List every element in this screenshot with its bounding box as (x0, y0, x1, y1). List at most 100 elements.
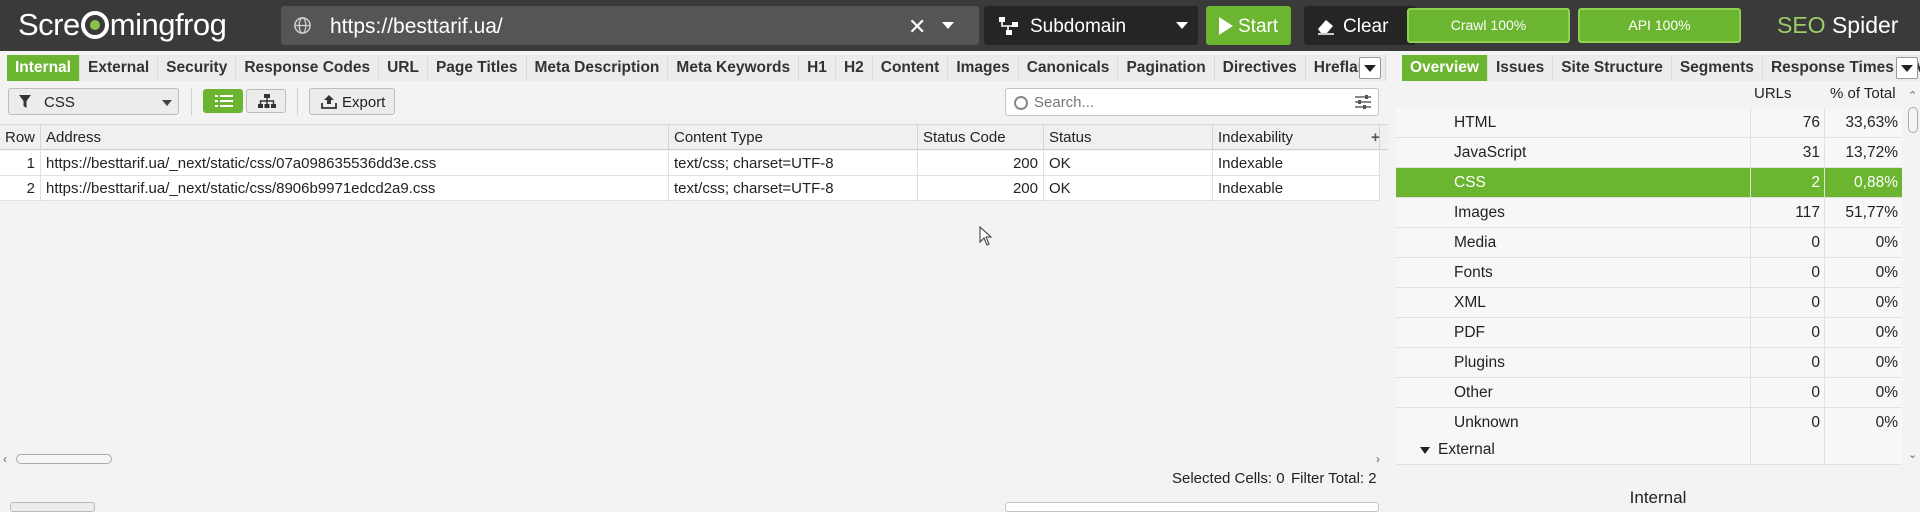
tab-meta-description[interactable]: Meta Description (526, 55, 669, 81)
overview-row-pdf[interactable]: PDF 0 0% (1396, 318, 1902, 348)
url-input[interactable]: https://besttarif.ua/ (330, 15, 503, 39)
list-view-button[interactable] (203, 89, 243, 113)
filter-dropdown[interactable]: CSS (8, 88, 179, 115)
cell-address[interactable]: https://besttarif.ua/_next/static/css/07… (41, 151, 669, 176)
overview-row-label: Unknown (1454, 414, 1519, 431)
table-row[interactable]: 2 https://besttarif.ua/_next/static/css/… (0, 176, 1380, 201)
scroll-up-icon[interactable]: ⌃ (1908, 89, 1917, 102)
tab-site-structure[interactable]: Site Structure (1553, 55, 1672, 81)
tab-issues[interactable]: Issues (1487, 55, 1554, 81)
play-icon (1219, 17, 1233, 35)
crawl-mode-select[interactable]: Subdomain (984, 6, 1198, 45)
scroll-thumb[interactable] (16, 454, 112, 464)
column-header-address[interactable]: Address (41, 125, 669, 150)
lower-panel-search[interactable] (1005, 502, 1379, 512)
screaming-frog-logo: Scre mingfrog (18, 7, 227, 43)
vertical-scrollbar[interactable]: ⌃ ⌄ (1907, 83, 1920, 463)
more-tabs-dropdown-icon[interactable] (1359, 57, 1381, 79)
eraser-icon (1318, 20, 1334, 35)
tab-segments[interactable]: Segments (1671, 55, 1763, 81)
column-header-status[interactable]: Status (1044, 125, 1213, 150)
filter-value: CSS (44, 94, 75, 111)
tab-content[interactable]: Content (872, 55, 949, 81)
overview-row-percent: 0,88% (1854, 174, 1898, 191)
table-row[interactable]: 1 https://besttarif.ua/_next/static/css/… (0, 151, 1380, 176)
brand-seo: SEO (1777, 12, 1826, 38)
expand-arrow-icon[interactable] (1420, 447, 1430, 454)
cell-address[interactable]: https://besttarif.ua/_next/static/css/89… (41, 176, 669, 201)
overview-row-fonts[interactable]: Fonts 0 0% (1396, 258, 1902, 288)
overview-chart-title: Internal (1629, 488, 1687, 507)
overview-row-xml[interactable]: XML 0 0% (1396, 288, 1902, 318)
overview-row-percent: 0% (1875, 294, 1898, 311)
tab-images[interactable]: Images (948, 55, 1019, 81)
tab-external[interactable]: External (79, 55, 159, 81)
tree-view-button[interactable] (246, 89, 286, 113)
tab-h2[interactable]: H2 (835, 55, 873, 81)
export-button[interactable]: Export (309, 88, 395, 115)
tab-internal[interactable]: Internal (7, 55, 80, 81)
tab-response-times[interactable]: Response Times (1762, 55, 1903, 81)
chevron-down-icon (1176, 22, 1188, 29)
toolbar-divider (297, 88, 298, 115)
url-history-dropdown-icon[interactable] (942, 22, 954, 29)
tab-security[interactable]: Security (158, 55, 237, 81)
tab-url[interactable]: URL (379, 55, 428, 81)
globe-icon (294, 17, 311, 34)
overview-row-unknown[interactable]: Unknown 0 0% (1396, 408, 1902, 438)
clear-button[interactable]: Clear (1304, 6, 1416, 45)
cell-status-code: 200 (918, 151, 1044, 176)
tab-javascrip[interactable]: JavaScrip (1385, 55, 1387, 81)
column-header-status-code[interactable]: Status Code (918, 125, 1044, 150)
overview-row-urls: 31 (1802, 144, 1820, 161)
overview-row-html[interactable]: HTML 76 33,63% (1396, 108, 1902, 138)
export-label: Export (342, 94, 386, 111)
tab-response-codes[interactable]: Response Codes (236, 55, 380, 81)
overview-row-media[interactable]: Media 0 0% (1396, 228, 1902, 258)
search-options-icon[interactable] (1355, 95, 1371, 109)
crawl-mode-label: Subdomain (1030, 16, 1127, 37)
overview-row-urls: 0 (1811, 384, 1820, 401)
search-box[interactable] (1005, 88, 1379, 116)
tab-h1[interactable]: H1 (799, 55, 836, 81)
overview-row-label: Other (1454, 384, 1493, 401)
url-bar[interactable]: https://besttarif.ua/ ✕ (281, 6, 979, 45)
top-toolbar: Scre mingfrog https://besttarif.ua/ ✕ Sub… (0, 0, 1920, 51)
tab-canonicals[interactable]: Canonicals (1018, 55, 1119, 81)
tab-pagination[interactable]: Pagination (1118, 55, 1215, 81)
tab-overview[interactable]: Overview (1402, 55, 1488, 81)
tab-directives[interactable]: Directives (1214, 55, 1306, 81)
overview-row-percent: 13,72% (1845, 144, 1898, 161)
horizontal-scrollbar[interactable]: ‹ › (0, 452, 1388, 466)
clear-url-icon[interactable]: ✕ (908, 14, 926, 40)
brand-spider: Spider (1831, 12, 1899, 38)
tab-page-titles[interactable]: Page Titles (427, 55, 527, 81)
upload-icon (321, 95, 337, 109)
column-header-row[interactable]: Row (0, 125, 41, 150)
overview-row-label: HTML (1454, 114, 1497, 131)
add-column-icon[interactable]: + (1371, 129, 1380, 146)
scroll-left-icon[interactable]: ‹ (3, 452, 7, 466)
more-tabs-dropdown-icon[interactable] (1896, 57, 1918, 79)
scroll-right-icon[interactable]: › (1376, 452, 1380, 466)
overview-row-css[interactable]: CSS 2 0,88% (1396, 168, 1902, 198)
overview-row-label: CSS (1454, 174, 1486, 191)
filter-icon (19, 95, 31, 108)
scroll-down-icon[interactable]: ⌄ (1908, 448, 1917, 461)
overview-row-other[interactable]: Other 0 0% (1396, 378, 1902, 408)
start-label: Start (1238, 16, 1279, 37)
logo-text-left: Scre (18, 7, 80, 42)
overview-group-external[interactable]: External (1396, 435, 1902, 465)
lower-panel-button[interactable] (10, 502, 95, 512)
overview-row-percent: 0% (1875, 384, 1898, 401)
scroll-thumb[interactable] (1908, 107, 1918, 133)
column-header-indexability[interactable]: Indexability (1213, 125, 1380, 150)
overview-row-plugins[interactable]: Plugins 0 0% (1396, 348, 1902, 378)
search-input[interactable] (1034, 93, 1334, 112)
overview-row-images[interactable]: Images 117 51,77% (1396, 198, 1902, 228)
tab-meta-keywords[interactable]: Meta Keywords (668, 55, 800, 81)
overview-row-percent: 0% (1875, 414, 1898, 431)
overview-row-javascript[interactable]: JavaScript 31 13,72% (1396, 138, 1902, 168)
column-header-content-type[interactable]: Content Type (669, 125, 918, 150)
start-button[interactable]: Start (1206, 6, 1291, 45)
